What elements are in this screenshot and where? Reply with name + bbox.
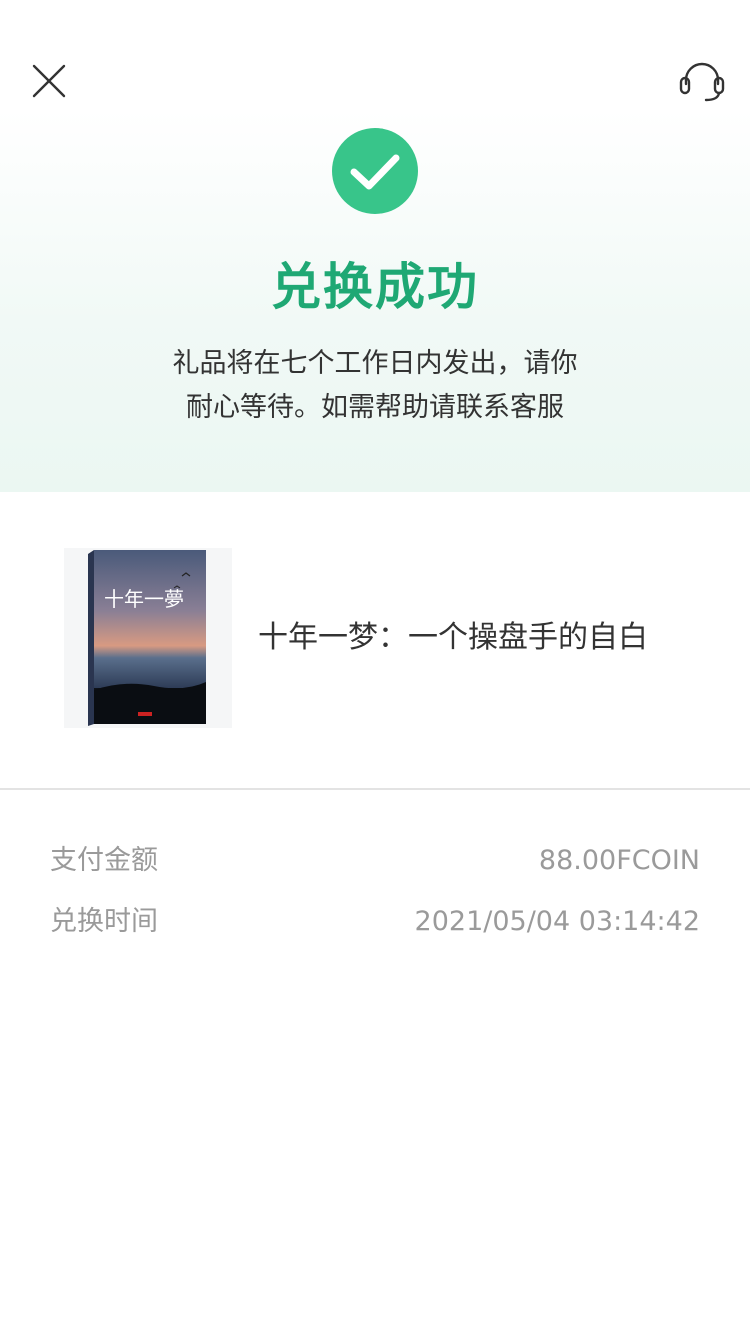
exchange-time-value: 2021/05/04 03:14:42 [414,906,700,937]
section-divider [0,788,750,790]
success-header: 兑换成功 礼品将在七个工作日内发出，请你 耐心等待。如需帮助请联系客服 [0,0,750,492]
close-button[interactable] [26,58,72,104]
check-icon [350,154,400,190]
payment-amount-row: 支付金额 88.00FCOIN [50,841,700,881]
payment-amount-label: 支付金额 [50,845,158,876]
customer-service-button[interactable] [676,58,728,106]
success-check-badge [332,128,418,214]
description-line-1: 礼品将在七个工作日内发出，请你 [172,348,578,379]
book-cover-image: 十年一夢 [64,548,232,728]
success-description: 礼品将在七个工作日内发出，请你 耐心等待。如需帮助请联系客服 [160,342,590,430]
success-title: 兑换成功 [271,258,479,316]
exchange-time-label: 兑换时间 [50,906,158,937]
exchange-time-row: 兑换时间 2021/05/04 03:14:42 [50,902,700,942]
payment-amount-value: 88.00FCOIN [538,845,700,876]
headset-icon [679,62,725,102]
product-name: 十年一梦：一个操盘手的自白 [258,620,648,655]
book-cover-title: 十年一夢 [104,587,184,611]
close-icon [32,64,66,98]
description-line-2: 耐心等待。如需帮助请联系客服 [186,392,564,423]
product-item[interactable]: 十年一夢 十年一梦：一个操盘手的自白 [0,492,750,788]
